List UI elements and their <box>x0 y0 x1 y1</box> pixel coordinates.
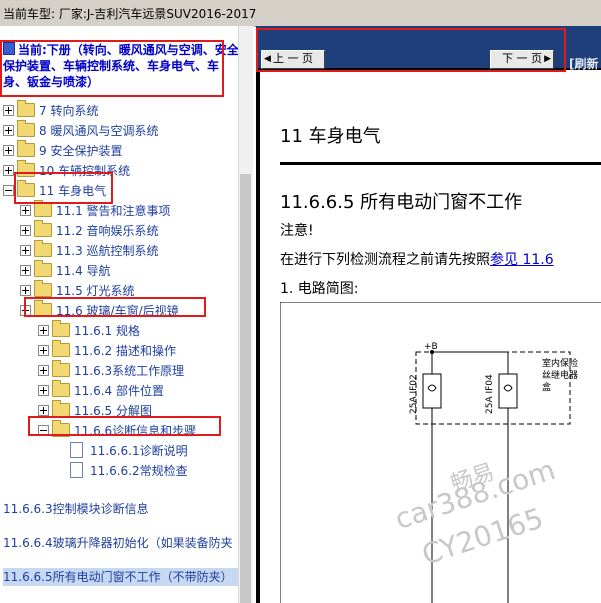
fuse-box-label-3: 盒 <box>542 381 551 393</box>
folder-icon <box>17 140 35 157</box>
vehicle-info-bar: 当前车型: 厂家:J-吉利汽车远景SUV2016-2017 <box>0 0 601 27</box>
folder-icon <box>34 240 52 257</box>
expand-icon[interactable] <box>38 345 49 356</box>
fuse-if02-label: 25A IF02 <box>409 374 419 414</box>
toc-scrollbar[interactable] <box>238 26 253 603</box>
expand-icon[interactable] <box>38 405 49 416</box>
fuse-box-label-1: 室内保险 <box>542 357 578 369</box>
toc-node-label: 11.1 警告和注意事项 <box>56 204 171 218</box>
chapter-divider <box>280 162 601 165</box>
highlight-box-subsection <box>28 416 221 436</box>
highlight-box-book <box>0 40 224 97</box>
toc-leaf-11-6-6-4[interactable]: 11.6.6.4玻璃升降器初始化（如果装备防夹 <box>3 534 233 551</box>
note-label: 注意! <box>280 223 314 239</box>
highlight-box-section <box>24 297 206 317</box>
toc-node-label: 11.4 导航 <box>56 264 111 278</box>
folder-icon <box>52 360 70 377</box>
expand-icon[interactable] <box>38 365 49 376</box>
toc-node-label: 11.6.1 规格 <box>74 324 140 338</box>
folder-icon <box>34 220 52 237</box>
expand-icon[interactable] <box>20 265 31 276</box>
toc-node-label: 11.3 巡航控制系统 <box>56 244 159 258</box>
toc-leaf-11-6-6-5-selected[interactable]: 11.6.6.5所有电动门窗不工作（不带防夹） <box>3 568 239 586</box>
folder-icon <box>34 280 52 297</box>
folder-icon <box>52 340 70 357</box>
toc-node-label: 11.6.6.2常规检查 <box>90 464 188 478</box>
toc-scrollbar-thumb[interactable] <box>240 174 251 603</box>
chapter-title: 11 车身电气 <box>280 126 381 147</box>
expand-icon[interactable] <box>20 205 31 216</box>
vehicle-label: 当前车型: 厂家:J-吉利汽车远景SUV2016-2017 <box>3 7 257 21</box>
instruction-text: 在进行下列检测流程之前请先按照参见 11.6 <box>280 252 554 268</box>
folder-icon <box>52 320 70 337</box>
toc-node-label: 11.6.3系统工作原理 <box>74 364 185 378</box>
highlight-box-nav <box>256 28 566 72</box>
expand-icon[interactable] <box>3 105 14 116</box>
toc-node-label: 11.6.2 描述和操作 <box>74 344 176 358</box>
toc-node-label: 11.6.6.1诊断说明 <box>90 444 188 458</box>
reference-link[interactable]: 参见 11.6 <box>490 252 554 268</box>
toc-node-label: 11.6.4 部件位置 <box>74 384 164 398</box>
document-icon <box>70 462 83 478</box>
highlight-box-chapter <box>14 172 113 204</box>
toc-node-label: 7 转向系统 <box>39 104 99 118</box>
expand-icon[interactable] <box>3 145 14 156</box>
folder-icon <box>34 260 52 277</box>
toc-node-label: 8 暖风通风与空调系统 <box>39 124 159 138</box>
fuse-if04-label: 25A IF04 <box>485 374 495 414</box>
expand-icon[interactable] <box>20 245 31 256</box>
expand-icon[interactable] <box>20 225 31 236</box>
toc-node-label: 11.2 音响娱乐系统 <box>56 224 159 238</box>
toc-leaf-11-6-6-3[interactable]: 11.6.6.3控制模块诊断信息 <box>3 500 149 517</box>
folder-icon <box>17 100 35 117</box>
toc-node-label: 9 安全保护装置 <box>39 144 123 158</box>
expand-icon[interactable] <box>3 165 14 176</box>
folder-icon <box>52 400 70 417</box>
document-icon <box>70 442 83 458</box>
step-circuit-diagram: 1. 电路简图: <box>280 281 359 297</box>
expand-icon[interactable] <box>38 325 49 336</box>
expand-icon[interactable] <box>3 125 14 136</box>
section-title: 11.6.6.5 所有电动门窗不工作 <box>280 192 523 213</box>
folder-icon <box>17 120 35 137</box>
fuse-box-label-2: 丝继电器 <box>542 369 578 381</box>
expand-icon[interactable] <box>38 385 49 396</box>
collapse-icon[interactable] <box>3 185 14 196</box>
folder-icon <box>34 200 52 217</box>
folder-icon <box>52 380 70 397</box>
expand-icon[interactable] <box>20 285 31 296</box>
